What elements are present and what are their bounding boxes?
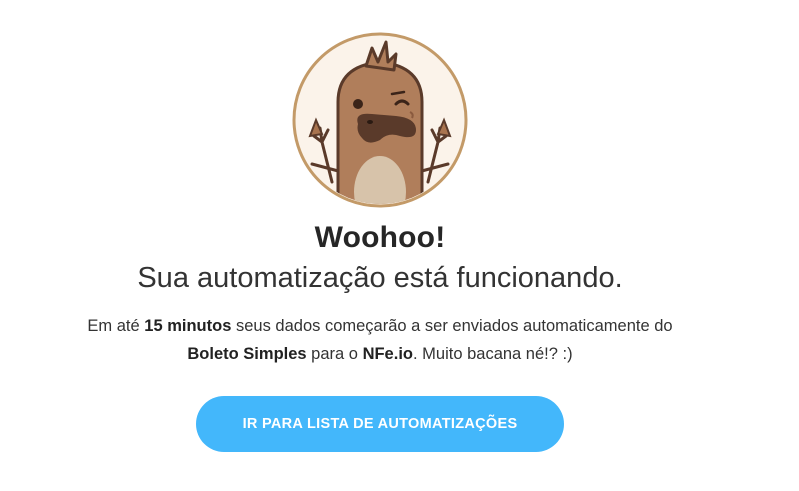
message-text-3: para o — [306, 345, 363, 363]
message-source-app: Boleto Simples — [187, 345, 307, 363]
success-message: Em até 15 minutos seus dados começarão a… — [20, 312, 740, 368]
platypus-mascot-icon — [292, 32, 468, 208]
success-page: Woohoo! Sua automatização está funcionan… — [0, 0, 799, 491]
message-duration: 15 minutos — [144, 317, 232, 335]
message-text-1: Em até — [87, 317, 145, 335]
success-subheadline: Sua automatização está funcionando. — [137, 262, 623, 294]
message-text-4: . Muito bacana né!? :) — [412, 345, 573, 363]
go-to-automations-list-button[interactable]: IR PARA LISTA DE AUTOMATIZAÇÕES — [196, 396, 564, 452]
success-headline: Woohoo! — [314, 221, 446, 254]
message-destination-app: NFe.io — [362, 345, 413, 363]
message-text-2: seus dados começarão a ser enviados auto… — [231, 317, 673, 335]
